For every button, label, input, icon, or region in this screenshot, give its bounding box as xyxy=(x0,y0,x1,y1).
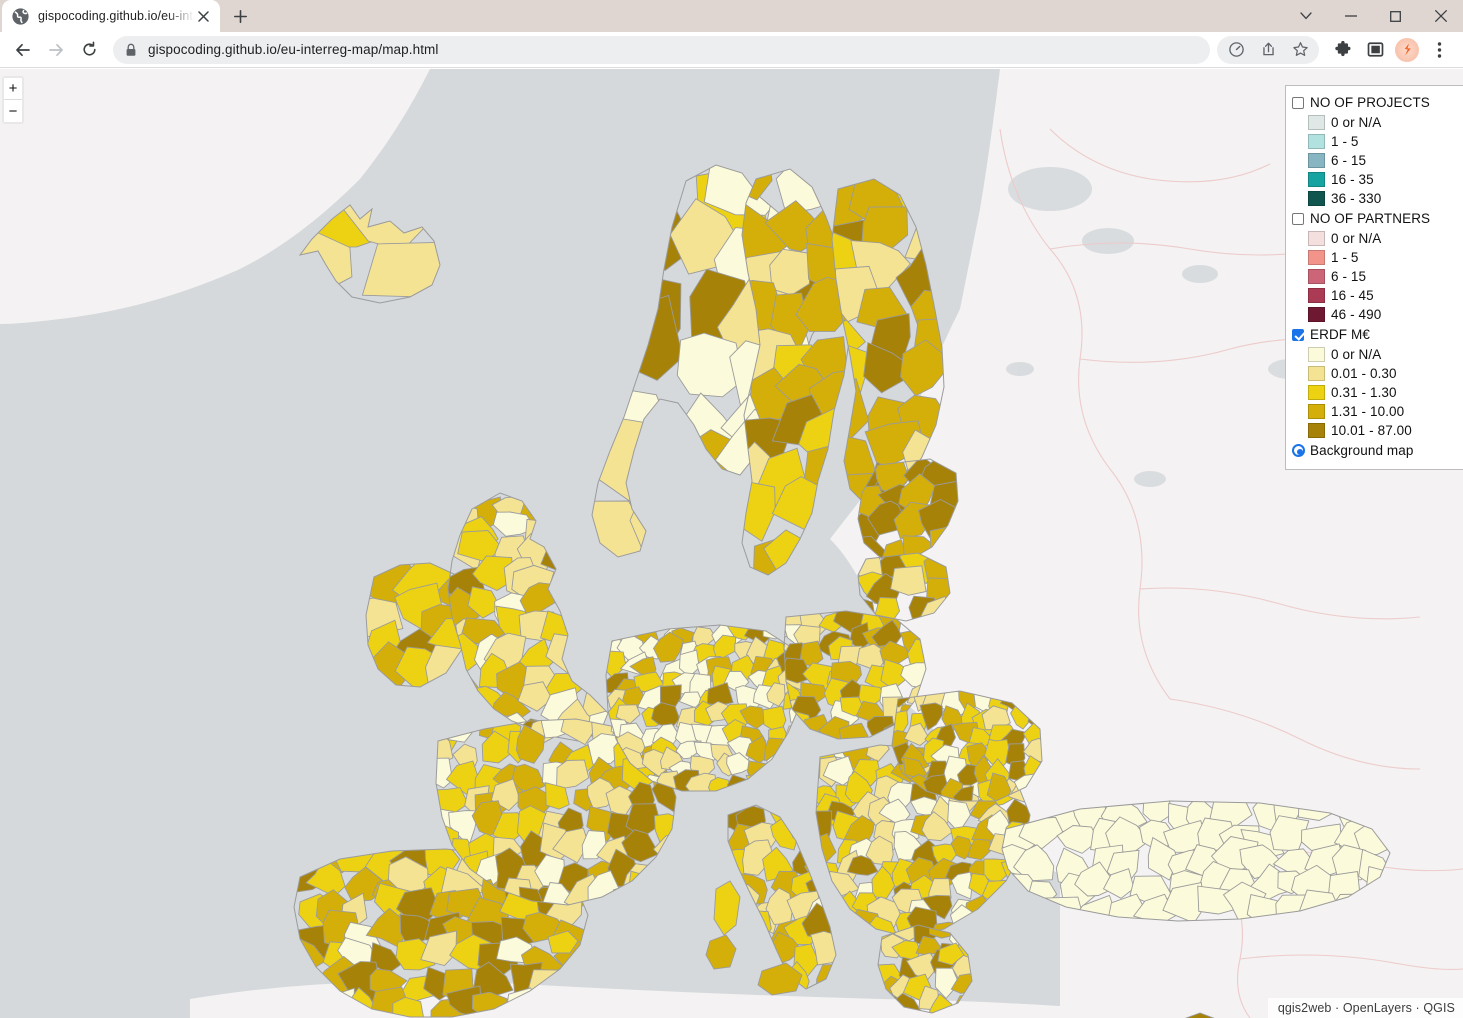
legend-color-swatch xyxy=(1308,269,1325,284)
legend-color-swatch xyxy=(1308,231,1325,246)
tab-title: gispocoding.github.io/eu-interre xyxy=(38,9,194,23)
sidebar-panel-icon[interactable] xyxy=(1360,35,1390,65)
legend-class-label: 10.01 - 87.00 xyxy=(1331,423,1412,438)
legend-class-row: 1 - 5 xyxy=(1292,248,1459,267)
forward-button[interactable] xyxy=(41,35,71,65)
legend-color-swatch xyxy=(1308,153,1325,168)
extensions-puzzle-icon[interactable] xyxy=(1328,35,1358,65)
chevron-down-icon[interactable] xyxy=(1283,0,1328,32)
legend-color-swatch xyxy=(1308,423,1325,438)
legend-color-swatch xyxy=(1308,347,1325,362)
profile-avatar[interactable] xyxy=(1395,37,1419,62)
legend-class-label: 6 - 15 xyxy=(1331,269,1367,284)
legend-class-label: 0.01 - 0.30 xyxy=(1331,366,1397,381)
legend-class-label: 0.31 - 1.30 xyxy=(1331,385,1397,400)
legend-class-row: 6 - 15 xyxy=(1292,267,1459,286)
legend-class-label: 0 or N/A xyxy=(1331,231,1382,246)
back-button[interactable] xyxy=(8,35,38,65)
window-controls xyxy=(1283,0,1463,32)
legend-class-label: 36 - 330 xyxy=(1331,191,1382,206)
basemap-radio[interactable] xyxy=(1292,444,1305,457)
legend-checkbox[interactable] xyxy=(1292,212,1304,225)
tab-strip: gispocoding.github.io/eu-interre xyxy=(0,0,1463,32)
map-zoom-control[interactable]: + − xyxy=(2,76,24,124)
performance-icon[interactable] xyxy=(1221,35,1251,65)
basemap-label: Background map xyxy=(1310,443,1414,458)
minimize-button[interactable] xyxy=(1328,0,1373,32)
legend-color-swatch xyxy=(1308,288,1325,303)
new-tab-button[interactable] xyxy=(226,2,254,30)
close-window-button[interactable] xyxy=(1418,0,1463,32)
legend-class-label: 0 or N/A xyxy=(1331,115,1382,130)
browser-toolbar: gispocoding.github.io/eu-interreg-map/ma… xyxy=(0,32,1463,68)
browser-window: gispocoding.github.io/eu-interre xyxy=(0,0,1463,1018)
legend-class-label: 1.31 - 10.00 xyxy=(1331,404,1405,419)
legend-color-swatch xyxy=(1308,404,1325,419)
legend-color-swatch xyxy=(1308,366,1325,381)
legend-class-label: 0 or N/A xyxy=(1331,347,1382,362)
share-icon[interactable] xyxy=(1253,35,1283,65)
reload-button[interactable] xyxy=(74,35,104,65)
map-viewport[interactable]: + − NO OF PROJECTS 0 or N/A 1 - 5 6 - 15 16 … xyxy=(0,69,1463,1018)
choropleth-map[interactable] xyxy=(0,69,1463,1018)
map-attribution: qgis2web · OpenLayers · QGIS xyxy=(1267,998,1463,1018)
legend-class-row: 16 - 35 xyxy=(1292,170,1459,189)
legend-color-swatch xyxy=(1308,115,1325,130)
toolbar-right-icons xyxy=(1217,35,1455,65)
zoom-in-button[interactable]: + xyxy=(4,78,22,100)
legend-class-row: 46 - 490 xyxy=(1292,305,1459,324)
lock-icon xyxy=(125,43,138,57)
legend-class-row: 16 - 45 xyxy=(1292,286,1459,305)
legend-color-swatch xyxy=(1308,250,1325,265)
legend-group-erdf-m[interactable]: ERDF M€ xyxy=(1292,324,1459,345)
legend-group-title: NO OF PARTNERS xyxy=(1310,211,1431,226)
legend-color-swatch xyxy=(1308,307,1325,322)
legend-class-row: 0 or N/A xyxy=(1292,229,1459,248)
bookmark-star-icon[interactable] xyxy=(1285,35,1315,65)
legend-class-row: 0.01 - 0.30 xyxy=(1292,364,1459,383)
map-legend[interactable]: NO OF PROJECTS 0 or N/A 1 - 5 6 - 15 16 - 35… xyxy=(1285,85,1463,470)
legend-class-row: 10.01 - 87.00 xyxy=(1292,421,1459,440)
legend-checkbox[interactable] xyxy=(1292,96,1304,109)
maximize-button[interactable] xyxy=(1373,0,1418,32)
legend-class-label: 16 - 35 xyxy=(1331,172,1374,187)
legend-class-row: 36 - 330 xyxy=(1292,189,1459,208)
legend-basemap-row[interactable]: Background map xyxy=(1292,440,1459,461)
legend-group-no-of-partners[interactable]: NO OF PARTNERS xyxy=(1292,208,1459,229)
address-bar[interactable]: gispocoding.github.io/eu-interreg-map/ma… xyxy=(113,35,1210,64)
legend-group-title: NO OF PROJECTS xyxy=(1310,95,1430,110)
close-icon[interactable] xyxy=(194,7,212,25)
legend-class-row: 6 - 15 xyxy=(1292,151,1459,170)
globe-icon xyxy=(12,7,29,25)
url-text: gispocoding.github.io/eu-interreg-map/ma… xyxy=(148,42,439,57)
legend-group-title: ERDF M€ xyxy=(1310,327,1370,342)
legend-class-label: 1 - 5 xyxy=(1331,250,1359,265)
browser-tab[interactable]: gispocoding.github.io/eu-interre xyxy=(2,0,220,32)
legend-class-row: 1 - 5 xyxy=(1292,132,1459,151)
legend-color-swatch xyxy=(1308,172,1325,187)
legend-color-swatch xyxy=(1308,191,1325,206)
zoom-out-button[interactable]: − xyxy=(4,100,22,122)
legend-class-label: 1 - 5 xyxy=(1331,134,1359,149)
legend-color-swatch xyxy=(1308,134,1325,149)
legend-class-row: 0 or N/A xyxy=(1292,345,1459,364)
legend-class-row: 0 or N/A xyxy=(1292,113,1459,132)
legend-color-swatch xyxy=(1308,385,1325,400)
omnibox-action-pill xyxy=(1217,35,1319,65)
three-dot-menu-icon[interactable] xyxy=(1424,35,1454,65)
nuts-region[interactable] xyxy=(890,565,927,596)
legend-checkbox[interactable] xyxy=(1292,328,1304,341)
legend-class-row: 0.31 - 1.30 xyxy=(1292,383,1459,402)
legend-class-label: 16 - 45 xyxy=(1331,288,1374,303)
legend-class-row: 1.31 - 10.00 xyxy=(1292,402,1459,421)
legend-class-label: 46 - 490 xyxy=(1331,307,1382,322)
legend-class-label: 6 - 15 xyxy=(1331,153,1367,168)
legend-group-no-of-projects[interactable]: NO OF PROJECTS xyxy=(1292,92,1459,113)
